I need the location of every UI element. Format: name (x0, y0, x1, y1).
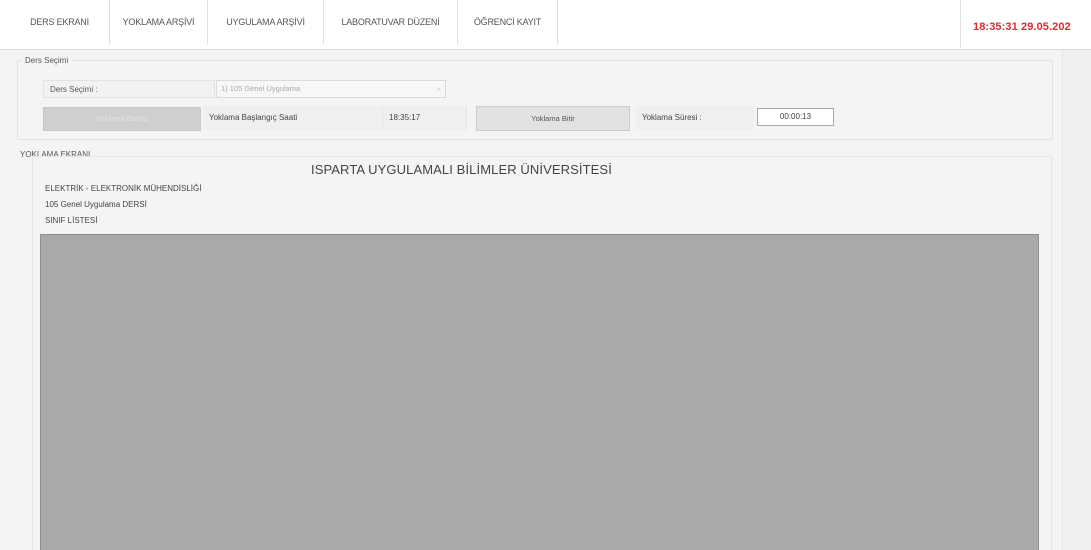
start-time-label: Yoklama Başlangıç Saati (203, 106, 383, 130)
start-time-value: 18:35:17 (383, 106, 467, 130)
menu-uygulama-arsivi[interactable]: UYGULAMA ARŞİVİ (208, 0, 324, 45)
top-menu-bar: DERS EKRANI YOKLAMA ARŞİVİ UYGULAMA ARŞİ… (0, 0, 1091, 50)
vertical-scrollbar[interactable] (1062, 50, 1091, 550)
menu-ogrenci-kayit[interactable]: ÖĞRENCİ KAYIT (458, 0, 558, 45)
menu-yoklama-arsivi[interactable]: YOKLAMA ARŞİVİ (110, 0, 208, 45)
menu-divider (960, 0, 961, 48)
department-label: ELEKTRİK - ELEKTRONİK MÜHENDİSLİĞİ (45, 184, 202, 193)
menu-ders-ekrani[interactable]: DERS EKRANI (10, 0, 110, 45)
app-window: DERS EKRANI YOKLAMA ARŞİVİ UYGULAMA ARŞİ… (0, 0, 1091, 550)
ders-secimi-label: Ders Seçimi : (43, 80, 215, 98)
duration-label: Yoklama Süresi : (636, 106, 754, 130)
clock-display: 18:35:31 29.05.202 (973, 21, 1071, 33)
course-label: 105 Genel Uygulama DERSİ (45, 200, 147, 209)
ders-select[interactable]: 1) 105 Genel Uygulama ⌄ (216, 80, 446, 98)
ders-select-value: 1) 105 Genel Uygulama (221, 84, 301, 93)
menu-laboratuvar-duzeni[interactable]: LABORATUVAR DÜZENİ (324, 0, 458, 45)
chevron-down-icon: ⌄ (436, 85, 442, 92)
ders-secimi-legend: Ders Seçimi (22, 56, 72, 65)
yoklama-baslat-button[interactable]: Yoklama Başlat (43, 107, 201, 131)
university-title: ISPARTA UYGULAMALI BİLİMLER ÜNİVERSİTESİ (311, 162, 612, 177)
yoklama-bitir-button[interactable]: Yoklama Bitir (476, 106, 630, 131)
class-list-title: SINIF LİSTESİ (45, 216, 98, 225)
duration-field: 00:00:13 (757, 108, 834, 126)
class-list-grid[interactable] (40, 234, 1039, 550)
